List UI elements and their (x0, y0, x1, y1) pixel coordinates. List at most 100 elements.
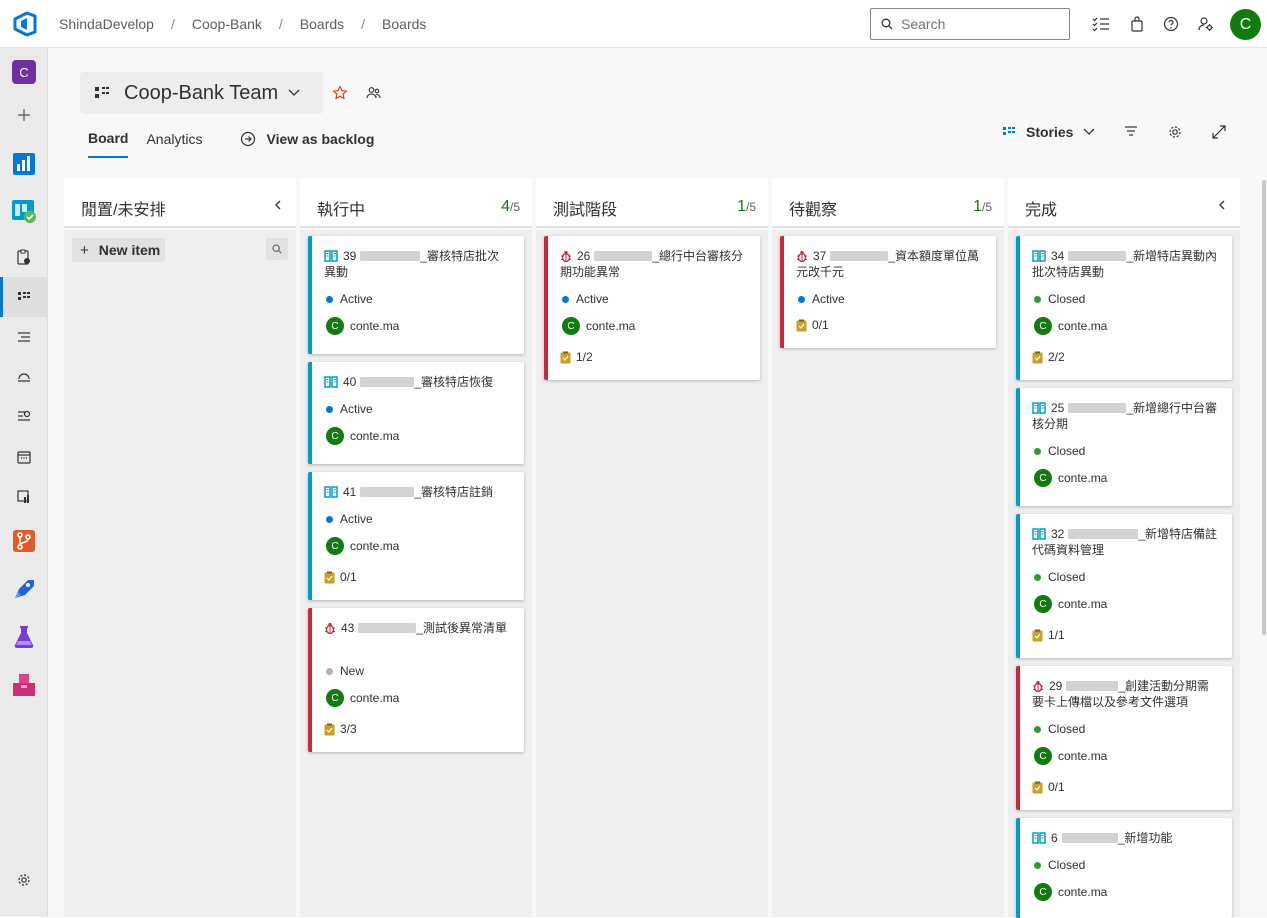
project-settings-button[interactable] (0, 860, 48, 900)
avatar: C (326, 317, 344, 335)
shopping-bag-icon[interactable] (1127, 14, 1147, 34)
card-assignee[interactable]: Cconte.ma (326, 689, 399, 707)
card-title: 40 _審核特店恢復 (324, 374, 510, 390)
breadcrumb-boards[interactable]: Boards (300, 16, 344, 32)
card-tasks[interactable]: 0/1 (324, 570, 357, 584)
new-project-button[interactable] (0, 95, 48, 135)
nav-overview[interactable] (0, 144, 48, 184)
card-title: 25 _新增總行中台審核分期 (1032, 400, 1218, 432)
backlog-level-selector[interactable]: Stories (1002, 124, 1105, 140)
view-as-backlog-button[interactable]: View as backlog (240, 131, 374, 157)
team-members-icon[interactable] (366, 85, 382, 101)
user-avatar[interactable]: C (1230, 9, 1261, 40)
card-assignee[interactable]: Cconte.ma (1034, 469, 1107, 487)
azure-devops-logo[interactable] (12, 11, 38, 37)
nav-queries[interactable] (0, 397, 48, 437)
nav-boards[interactable] (0, 191, 48, 231)
card-assignee[interactable]: Cconte.ma (1034, 317, 1107, 335)
card-assignee[interactable]: Cconte.ma (326, 427, 399, 445)
card-title: 41 _審核特店註銷 (324, 484, 510, 500)
card-assignee[interactable]: Cconte.ma (326, 317, 399, 335)
card-state: Closed (1034, 292, 1085, 306)
book-icon (1032, 402, 1046, 414)
breadcrumb-boards-page[interactable]: Boards (382, 16, 426, 32)
breadcrumb-separator: / (170, 16, 175, 32)
card-tasks[interactable]: 2/2 (1032, 350, 1065, 364)
column-in-progress: 執行中 4/5 39 _審核特店批次異動 Active Cconte.ma 40 _… (300, 178, 532, 917)
card-title: 26 _總行中台審核分期功能異常 (560, 248, 746, 280)
tab-board[interactable]: Board (88, 130, 129, 158)
fullscreen-icon[interactable] (1212, 125, 1226, 139)
card-29[interactable]: 29 _創建活動分期需要卡上傳檔以及參考文件選項 Closed Cconte.ma… (1016, 666, 1232, 810)
card-39[interactable]: 39 _審核特店批次異動 Active Cconte.ma (308, 236, 524, 354)
state-label: New (340, 664, 365, 678)
user-settings-icon[interactable] (1196, 14, 1216, 34)
card-assignee[interactable]: Cconte.ma (1034, 595, 1107, 613)
card-6[interactable]: 6 _新增功能 Closed Cconte.ma (1016, 818, 1232, 918)
team-selector[interactable]: Coop-Bank Team (80, 72, 323, 114)
card-assignee[interactable]: Cconte.ma (562, 317, 635, 335)
card-tasks[interactable]: 1/1 (1032, 628, 1065, 642)
breadcrumb-project[interactable]: Coop-Bank (192, 16, 262, 32)
nav-pipelines[interactable] (0, 569, 48, 609)
redacted-text (1068, 529, 1139, 539)
card-41[interactable]: 41 _審核特店註銷 Active Cconte.ma 0/1 (308, 472, 524, 600)
card-tasks[interactable]: 0/1 (796, 318, 829, 332)
state-dot (1034, 447, 1041, 455)
favorite-star-icon[interactable] (332, 85, 348, 101)
card-assignee[interactable]: Cconte.ma (326, 537, 399, 555)
nav-analytics-views[interactable] (0, 477, 48, 517)
card-tasks[interactable]: 0/1 (1032, 780, 1065, 794)
card-26[interactable]: 26 _總行中台審核分期功能異常 Active Cconte.ma 1/2 (544, 236, 760, 380)
work-item-id: 29 (1049, 679, 1063, 693)
avatar: C (562, 317, 580, 335)
clipboard-check-icon (324, 571, 335, 583)
bug-icon (1033, 680, 1043, 693)
search-icon[interactable] (266, 238, 288, 260)
project-badge[interactable]: C (0, 52, 48, 92)
card-tasks[interactable]: 1/2 (560, 350, 593, 364)
new-item-button[interactable]: + New item (72, 238, 165, 262)
work-items-list-icon[interactable] (1091, 14, 1111, 34)
avatar: C (326, 689, 344, 707)
bug-icon (797, 250, 807, 263)
card-assignee[interactable]: Cconte.ma (1034, 883, 1107, 901)
nav-repos[interactable] (0, 521, 48, 561)
nav-work-items[interactable] (0, 237, 48, 277)
card-34[interactable]: 34 _新增特店異動內批次特店異動 Closed Cconte.ma 2/2 (1016, 236, 1232, 380)
help-icon[interactable] (1161, 14, 1181, 34)
column-body: 34 _新增特店異動內批次特店異動 Closed Cconte.ma 2/2 25… (1008, 230, 1240, 918)
card-40[interactable]: 40 _審核特店恢復 Active Cconte.ma (308, 362, 524, 464)
work-item-id: 40 (343, 375, 357, 389)
wip-current: 1 (737, 198, 746, 215)
card-state: Active (326, 292, 373, 306)
search-box[interactable] (870, 8, 1070, 40)
breadcrumb-org[interactable]: ShindaDevelop (59, 16, 154, 32)
card-37[interactable]: 37 _資本額度單位萬元改千元 Active 0/1 (780, 236, 996, 348)
nav-backlogs[interactable] (0, 317, 48, 357)
column-observing: 待觀察 1/5 37 _資本額度單位萬元改千元 Active 0/1 (772, 178, 1004, 917)
card-assignee[interactable]: Cconte.ma (1034, 747, 1107, 765)
book-icon (1032, 528, 1046, 540)
page-scrollbar[interactable] (1262, 180, 1266, 635)
search-input[interactable] (901, 16, 1051, 32)
work-item-id: 34 (1051, 249, 1065, 263)
tab-analytics[interactable]: Analytics (146, 131, 202, 157)
card-43[interactable]: 43 _測試後異常清單 New Cconte.ma 3/3 (308, 608, 524, 752)
nav-artifacts[interactable] (0, 665, 48, 705)
nav-test-plans[interactable] (0, 617, 48, 657)
breadcrumb-separator: / (361, 16, 366, 32)
card-32[interactable]: 32 _新增特店備註代碼資料管理 Closed Cconte.ma 1/1 (1016, 514, 1232, 658)
chevron-left-icon[interactable] (274, 200, 282, 210)
filter-icon[interactable] (1124, 125, 1138, 137)
sprints-icon (18, 373, 30, 382)
nav-delivery-plans[interactable] (0, 437, 48, 477)
gear-icon[interactable] (1168, 125, 1182, 139)
nav-boards-board[interactable] (0, 277, 48, 317)
nav-sprints[interactable] (0, 357, 48, 397)
card-tasks[interactable]: 3/3 (324, 722, 357, 736)
chevron-left-icon[interactable] (1218, 200, 1226, 210)
card-25[interactable]: 25 _新增總行中台審核分期 Closed Cconte.ma (1016, 388, 1232, 506)
work-item-title: _審核特店恢復 (414, 375, 494, 389)
wip-current: 4 (501, 198, 510, 215)
